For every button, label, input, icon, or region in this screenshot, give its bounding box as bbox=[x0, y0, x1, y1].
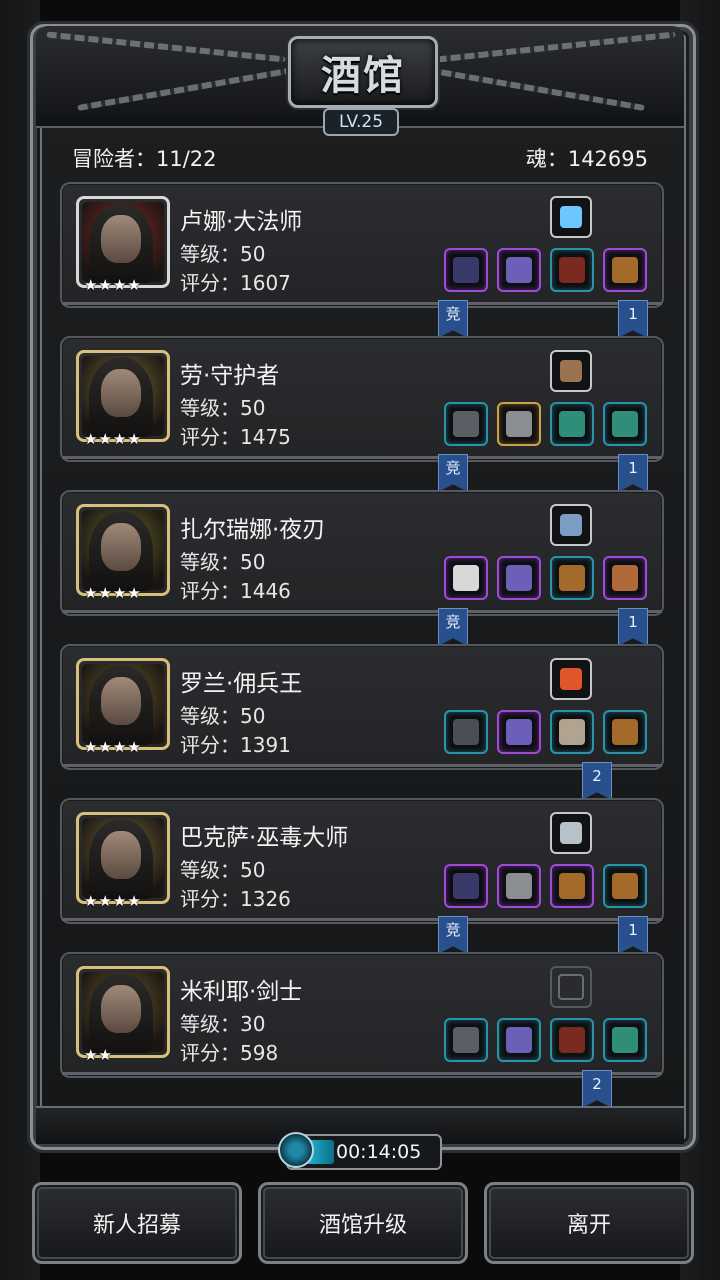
hero-card[interactable]: ★★★★ 劳·守护者 等级：50 评分：1475 竞1 bbox=[60, 336, 664, 492]
hero-portrait bbox=[76, 350, 170, 442]
armor-icon[interactable] bbox=[497, 1018, 541, 1062]
chest-icon[interactable] bbox=[603, 710, 647, 754]
armor-icon[interactable] bbox=[497, 864, 541, 908]
chest-icon[interactable] bbox=[550, 556, 594, 600]
upgrade-tavern-button[interactable]: 酒馆升级 bbox=[258, 1182, 468, 1264]
hero-name: 罗兰·佣兵王 bbox=[180, 671, 303, 697]
armor-icon[interactable] bbox=[497, 556, 541, 600]
chain-ornament bbox=[77, 66, 295, 112]
tavern-level-badge: LV.25 bbox=[323, 108, 399, 136]
timer-text: 00:14:05 bbox=[336, 1141, 422, 1163]
gauntlet-icon[interactable] bbox=[550, 350, 592, 392]
armor-icon[interactable] bbox=[497, 248, 541, 292]
amulet-icon[interactable] bbox=[550, 248, 594, 292]
hero-portrait bbox=[76, 504, 170, 596]
clock-icon bbox=[278, 1132, 314, 1168]
hero-name: 巴克萨·巫毒大师 bbox=[180, 825, 349, 851]
dagger-icon[interactable] bbox=[444, 710, 488, 754]
sword-icon[interactable] bbox=[444, 1018, 488, 1062]
hero-name: 劳·守护者 bbox=[180, 363, 280, 389]
hero-card[interactable]: ★★★★ 巴克萨·巫毒大师 等级：50 评分：1326 竞1 bbox=[60, 798, 664, 954]
staff-icon[interactable] bbox=[444, 864, 488, 908]
chest-icon[interactable] bbox=[550, 864, 594, 908]
hero-portrait bbox=[76, 966, 170, 1058]
chain-ornament bbox=[427, 66, 645, 112]
fire-orb-icon[interactable] bbox=[550, 658, 592, 700]
knife-icon[interactable] bbox=[550, 812, 592, 854]
hero-name: 卢娜·大法师 bbox=[180, 209, 303, 235]
empty-slot-icon[interactable] bbox=[550, 966, 592, 1008]
hero-score: 评分：1607 bbox=[180, 271, 291, 295]
hero-level: 等级：50 bbox=[180, 858, 266, 882]
hero-score: 评分：1326 bbox=[180, 887, 291, 911]
hero-name: 扎尔瑞娜·夜刃 bbox=[180, 517, 326, 543]
hero-portrait bbox=[76, 812, 170, 904]
staff-icon[interactable] bbox=[444, 248, 488, 292]
card-divider bbox=[62, 456, 662, 459]
hero-stars: ★★★★ bbox=[84, 276, 142, 294]
card-divider bbox=[62, 1072, 662, 1075]
hero-level: 等级：50 bbox=[180, 550, 266, 574]
sword-icon[interactable] bbox=[444, 402, 488, 446]
card-divider bbox=[62, 610, 662, 613]
recruit-button[interactable]: 新人招募 bbox=[32, 1182, 242, 1264]
hero-score: 评分：1475 bbox=[180, 425, 291, 449]
hero-score: 评分：598 bbox=[180, 1041, 279, 1065]
adventurer-count: 冒险者：11/22 bbox=[72, 147, 217, 171]
ring-icon[interactable] bbox=[603, 1018, 647, 1062]
blade-icon[interactable] bbox=[444, 556, 488, 600]
amulet-icon[interactable] bbox=[550, 1018, 594, 1062]
hero-level: 等级：50 bbox=[180, 242, 266, 266]
armor-icon[interactable] bbox=[497, 402, 541, 446]
hero-name: 米利耶·剑士 bbox=[180, 979, 303, 1005]
hero-score: 评分：1446 bbox=[180, 579, 291, 603]
hero-card[interactable]: ★★ 米利耶·剑士 等级：30 评分：598 2 bbox=[60, 952, 664, 1108]
card-divider bbox=[62, 302, 662, 305]
hero-stars: ★★★★ bbox=[84, 430, 142, 448]
hero-stars: ★★★★ bbox=[84, 584, 142, 602]
hero-card[interactable]: ★★★★ 卢娜·大法师 等级：50 评分：1607 竞1 bbox=[60, 182, 664, 338]
hero-stars: ★★ bbox=[84, 1046, 113, 1064]
ring-icon[interactable] bbox=[603, 402, 647, 446]
chest-icon[interactable] bbox=[603, 248, 647, 292]
chain-ornament bbox=[436, 31, 676, 63]
hero-level: 等级：50 bbox=[180, 704, 266, 728]
hero-card[interactable]: ★★★★ 罗兰·佣兵王 等级：50 评分：1391 2 bbox=[60, 644, 664, 800]
card-divider bbox=[62, 918, 662, 921]
hero-level: 等级：30 bbox=[180, 1012, 266, 1036]
ring-icon[interactable] bbox=[550, 402, 594, 446]
hero-stars: ★★★★ bbox=[84, 892, 142, 910]
hero-score: 评分：1391 bbox=[180, 733, 291, 757]
chain-ornament bbox=[46, 31, 286, 63]
leave-button[interactable]: 离开 bbox=[484, 1182, 694, 1264]
soul-count: 魂：142695 bbox=[525, 147, 648, 171]
hero-portrait bbox=[76, 658, 170, 750]
ice-crystal-icon[interactable] bbox=[550, 196, 592, 238]
armor-icon[interactable] bbox=[497, 710, 541, 754]
scroll-icon[interactable] bbox=[603, 556, 647, 600]
hero-card[interactable]: ★★★★ 扎尔瑞娜·夜刃 等级：50 评分：1446 竞1 bbox=[60, 490, 664, 646]
page-title: 酒馆 bbox=[288, 36, 438, 108]
book-icon[interactable] bbox=[550, 504, 592, 546]
card-divider bbox=[62, 764, 662, 767]
chest-icon[interactable] bbox=[603, 864, 647, 908]
hero-stars: ★★★★ bbox=[84, 738, 142, 756]
hero-level: 等级：50 bbox=[180, 396, 266, 420]
hero-portrait bbox=[76, 196, 170, 288]
claw-icon[interactable] bbox=[550, 710, 594, 754]
